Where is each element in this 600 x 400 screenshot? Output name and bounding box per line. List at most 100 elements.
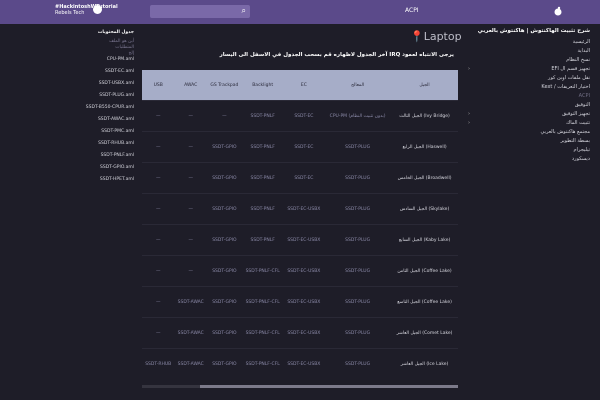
table-cell: SSDT-PLUG — [324, 224, 392, 256]
toc-link[interactable]: CPU-PM.aml — [84, 57, 134, 63]
toc-link[interactable]: SSDT-PNLF.aml — [84, 153, 134, 159]
table-cell: — — [142, 255, 175, 287]
table-cell: SSDT-EC-USBX — [283, 255, 325, 287]
table-cell: SSDT-PLUG — [324, 286, 392, 318]
toc-link[interactable]: SSDT-PLUG.aml — [84, 93, 134, 99]
table-row: — SSDT-AWAC SSDT-GPIO SSDT-PNLF-CFL SSDT-EC-… — [142, 317, 458, 349]
sidebar-item-label: تثبيت الماك — [566, 120, 590, 126]
sidebar-item-label: مجتمع هاكنتوش بالعربي — [540, 129, 590, 135]
sidebar-item-label: البداية — [577, 48, 590, 54]
table-cell: SSDT-GPIO — [207, 131, 242, 163]
table-cell: SSDT-PNLF-CFL — [241, 255, 284, 287]
table-row: — SSDT-AWAC SSDT-GPIO SSDT-PNLF-CFL SSDT-EC-… — [142, 286, 458, 318]
table-cell: الجيل العاشر (Ice Lake) — [391, 348, 458, 379]
column-header: GS Trackpad — [207, 70, 242, 101]
sidebar-item-label: ACPI — [578, 93, 590, 99]
table-row: — — — SSDT-PNLF SSDT-EC CPU-PM (بدون تثبيت ال… — [142, 100, 458, 132]
sidebar-item-label: الرئيسية — [572, 39, 590, 45]
table-cell: SSDT-GPIO — [207, 162, 242, 194]
chevron-icon[interactable]: › — [468, 111, 470, 118]
chevron-icon[interactable]: › — [468, 66, 470, 73]
sidebar-item[interactable]: اختيار التعريفات / Kext — [470, 84, 590, 91]
sidebar-item[interactable]: تيليجرام — [470, 147, 590, 154]
table-cell: SSDT-EC — [283, 100, 325, 132]
column-header: EC — [283, 70, 325, 101]
toc-link[interactable]: SSDT-PMC.aml — [84, 129, 134, 135]
table-cell: SSDT-RHUB — [142, 348, 175, 379]
table-cell: — — [142, 193, 175, 225]
toc-link[interactable]: SSDT-EC.aml — [84, 69, 134, 75]
table-cell: SSDT-PNLF — [241, 162, 284, 194]
table-cell: الجيل الثامن (Coffee Lake) — [391, 255, 458, 287]
column-header: المعالج — [324, 70, 392, 101]
table-cell: SSDT-PLUG — [324, 131, 392, 163]
column-header: AWAC — [174, 70, 208, 101]
table-scrollbar[interactable] — [142, 385, 458, 388]
table-cell: — — [142, 224, 175, 256]
sidebar-item[interactable]: تجهيز التوفيق › — [468, 111, 590, 118]
table-cell: SSDT-EC-USBX — [283, 348, 325, 379]
table-cell: — — [174, 131, 208, 163]
table-cell: SSDT-EC-USBX — [283, 193, 325, 225]
table-cell: SSDT-GPIO — [207, 255, 242, 287]
scrollbar-thumb[interactable] — [200, 385, 458, 388]
table-cell: CPU-PM (بدون تثبيت النظام) — [324, 100, 392, 132]
table-cell: — — [174, 162, 208, 194]
site-brand[interactable]: #HackintoshWTutorial Rebels Tech — [55, 4, 118, 16]
sidebar-item-label: اختيار التعريفات / Kext — [541, 84, 590, 90]
sidebar-item[interactable]: تثبيت الماك › — [468, 120, 590, 127]
table-cell: الجيل التاسع (Coffee Lake) — [391, 286, 458, 318]
table-cell: SSDT-PNLF-CFL — [241, 348, 284, 379]
toc-link[interactable]: SSDT-B550-CPUR.aml — [84, 105, 134, 111]
toc-link[interactable]: SSDT-USBX.aml — [84, 81, 134, 87]
brand-subtitle: Rebels Tech — [55, 10, 85, 16]
chevron-icon[interactable]: › — [468, 120, 470, 127]
toc-link[interactable]: SSDT-AWAC.aml — [84, 117, 134, 123]
sidebar-item[interactable]: بسطة التطوير — [470, 138, 590, 145]
toc-link[interactable]: SSDT-GPIO.aml — [84, 165, 134, 171]
table-cell: — — [174, 100, 208, 132]
toc-link[interactable]: SSDT-RHUB.aml — [84, 141, 134, 147]
sidebar-item[interactable]: ACPI — [470, 93, 590, 100]
table-cell: SSDT-PLUG — [324, 162, 392, 194]
sidebar-item[interactable]: تجهيز قسم ال EFI › — [468, 66, 590, 73]
sidebar-item[interactable]: نقل ملفات اوبن كور — [470, 75, 590, 82]
search-icon: ⌕ — [241, 6, 246, 15]
table-cell: — — [207, 100, 242, 132]
table-row: SSDT-RHUB SSDT-AWAC SSDT-GPIO SSDT-PNLF-CFL… — [142, 348, 458, 379]
page-intro: يرجى الانتباه لعمود IRQ آخر الجدول لاظها… — [219, 52, 454, 58]
table-cell: الجيل الخامس (Broadwell) — [391, 162, 458, 194]
table-cell: الجيل العاشر (Comet Lake) — [391, 317, 458, 349]
table-cell: SSDT-PNLF — [241, 100, 284, 132]
table-cell: SSDT-EC — [283, 162, 325, 194]
table-cell: SSDT-GPIO — [207, 224, 242, 256]
table-of-contents: جدول المحتويات أين هو الملف المتطلبات إلخ CP… — [84, 30, 134, 189]
table-cell: SSDT-AWAC — [174, 348, 208, 379]
site-logo-icon — [554, 6, 562, 16]
table-cell: SSDT-PLUG — [324, 255, 392, 287]
sidebar-item[interactable]: التوفيق — [470, 102, 590, 109]
sidebar-item[interactable]: مجتمع هاكنتوش بالعربي — [470, 129, 590, 136]
sidebar-item[interactable]: نسخ النظام — [470, 57, 590, 64]
column-header: USB — [142, 70, 175, 101]
nav-site-title[interactable]: شرح تثبيت الهاكنتوش | هاكنتوش بالعربي — [470, 28, 590, 35]
table-cell: — — [142, 286, 175, 318]
sidebar-item-label: تيليجرام — [573, 147, 590, 153]
toc-title: جدول المحتويات — [97, 30, 134, 35]
search-input[interactable]: ⌕ — [150, 5, 250, 18]
table-cell: SSDT-PNLF-CFL — [241, 317, 284, 349]
table-cell: SSDT-PNLF — [241, 131, 284, 163]
sidebar-item-label: نسخ النظام — [566, 57, 590, 63]
sidebar-item-label: تجهيز التوفيق — [562, 111, 590, 117]
table-cell: SSDT-AWAC — [174, 286, 208, 318]
table-cell: SSDT-EC — [283, 131, 325, 163]
table-cell: الجيل السابع (Kaby Lake) — [391, 224, 458, 256]
sidebar-item[interactable]: ديسكورد — [470, 156, 590, 163]
sidebar-item[interactable]: البداية — [470, 48, 590, 55]
toc-link[interactable]: SSDT-HPET.aml — [84, 177, 134, 183]
table-cell: — — [174, 224, 208, 256]
github-icon[interactable] — [93, 5, 102, 14]
table-cell: — — [174, 193, 208, 225]
sidebar-item[interactable]: الرئيسية — [470, 39, 590, 46]
table-cell: — — [142, 100, 175, 132]
